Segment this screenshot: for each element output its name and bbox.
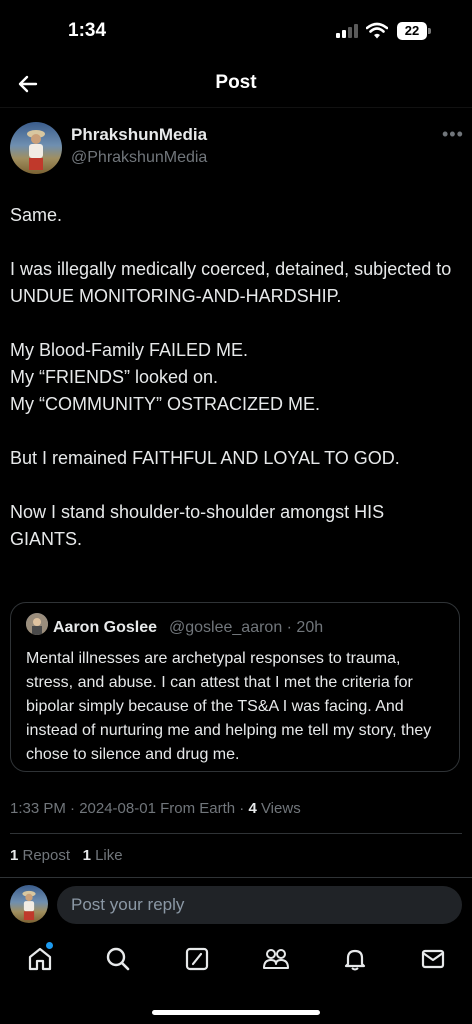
header-divider xyxy=(0,107,472,108)
author-name[interactable]: PhrakshunMedia xyxy=(71,125,207,145)
page-title: Post xyxy=(215,72,257,93)
notification-dot xyxy=(46,942,53,949)
quote-avatar-figure xyxy=(26,613,48,635)
post-meta: 1:33 PM · 2024-08-01 From Earth · 4 View… xyxy=(10,800,301,817)
author-handle[interactable]: @PhrakshunMedia xyxy=(71,149,207,167)
search-icon[interactable] xyxy=(103,944,133,974)
author-avatar[interactable] xyxy=(10,122,62,174)
divider xyxy=(0,877,472,878)
post-stats: 1 Repost 1 Like xyxy=(10,847,123,864)
notifications-icon[interactable] xyxy=(340,944,370,974)
battery-indicator: 22 xyxy=(397,22,427,40)
post-text: Same. I was illegally medically coerced,… xyxy=(10,202,460,580)
quote-avatar xyxy=(26,613,48,635)
quote-author-name: Aaron Goslee xyxy=(53,619,158,636)
cellular-signal-icon xyxy=(336,24,360,38)
communities-icon[interactable] xyxy=(261,944,291,974)
quote-author-handle: @goslee_aaron · 20h xyxy=(169,619,324,636)
divider xyxy=(10,833,462,834)
status-time: 1:34 xyxy=(68,20,107,41)
post-paragraph: I was illegally medically coerced, detai… xyxy=(10,259,452,306)
views-label: Views xyxy=(256,800,301,817)
repost-label[interactable]: Repost xyxy=(18,847,71,864)
reply-avatar xyxy=(10,885,48,923)
like-label[interactable]: Like xyxy=(91,847,123,864)
reply-input[interactable]: Post your reply xyxy=(57,886,462,924)
post-paragraph: But I remained FAITHFUL AND LOYAL TO GOD… xyxy=(10,448,400,468)
more-options-icon[interactable]: ••• xyxy=(442,124,464,145)
post-paragraph: Same. xyxy=(10,205,63,225)
grok-icon[interactable] xyxy=(182,944,212,974)
like-count[interactable]: 1 xyxy=(83,847,91,864)
home-indicator xyxy=(152,1010,320,1015)
wifi-icon xyxy=(366,22,388,39)
views-count: 4 xyxy=(248,800,257,817)
post-timestamp: 1:33 PM · 2024-08-01 From Earth · xyxy=(10,800,249,817)
quote-text: Mental illnesses are archetypal response… xyxy=(26,650,432,763)
messages-icon[interactable] xyxy=(418,944,448,974)
battery-tip xyxy=(428,28,431,34)
avatar-figure xyxy=(27,130,45,170)
post-paragraph: My Blood-Family FAILED ME. My “FRIENDS” … xyxy=(10,340,320,414)
reply-avatar-figure xyxy=(22,890,36,921)
quoted-post[interactable]: Aaron Goslee @goslee_aaron · 20h Mental … xyxy=(10,602,460,772)
post-paragraph: Now I stand shoulder-to-shoulder amongst… xyxy=(10,502,385,549)
